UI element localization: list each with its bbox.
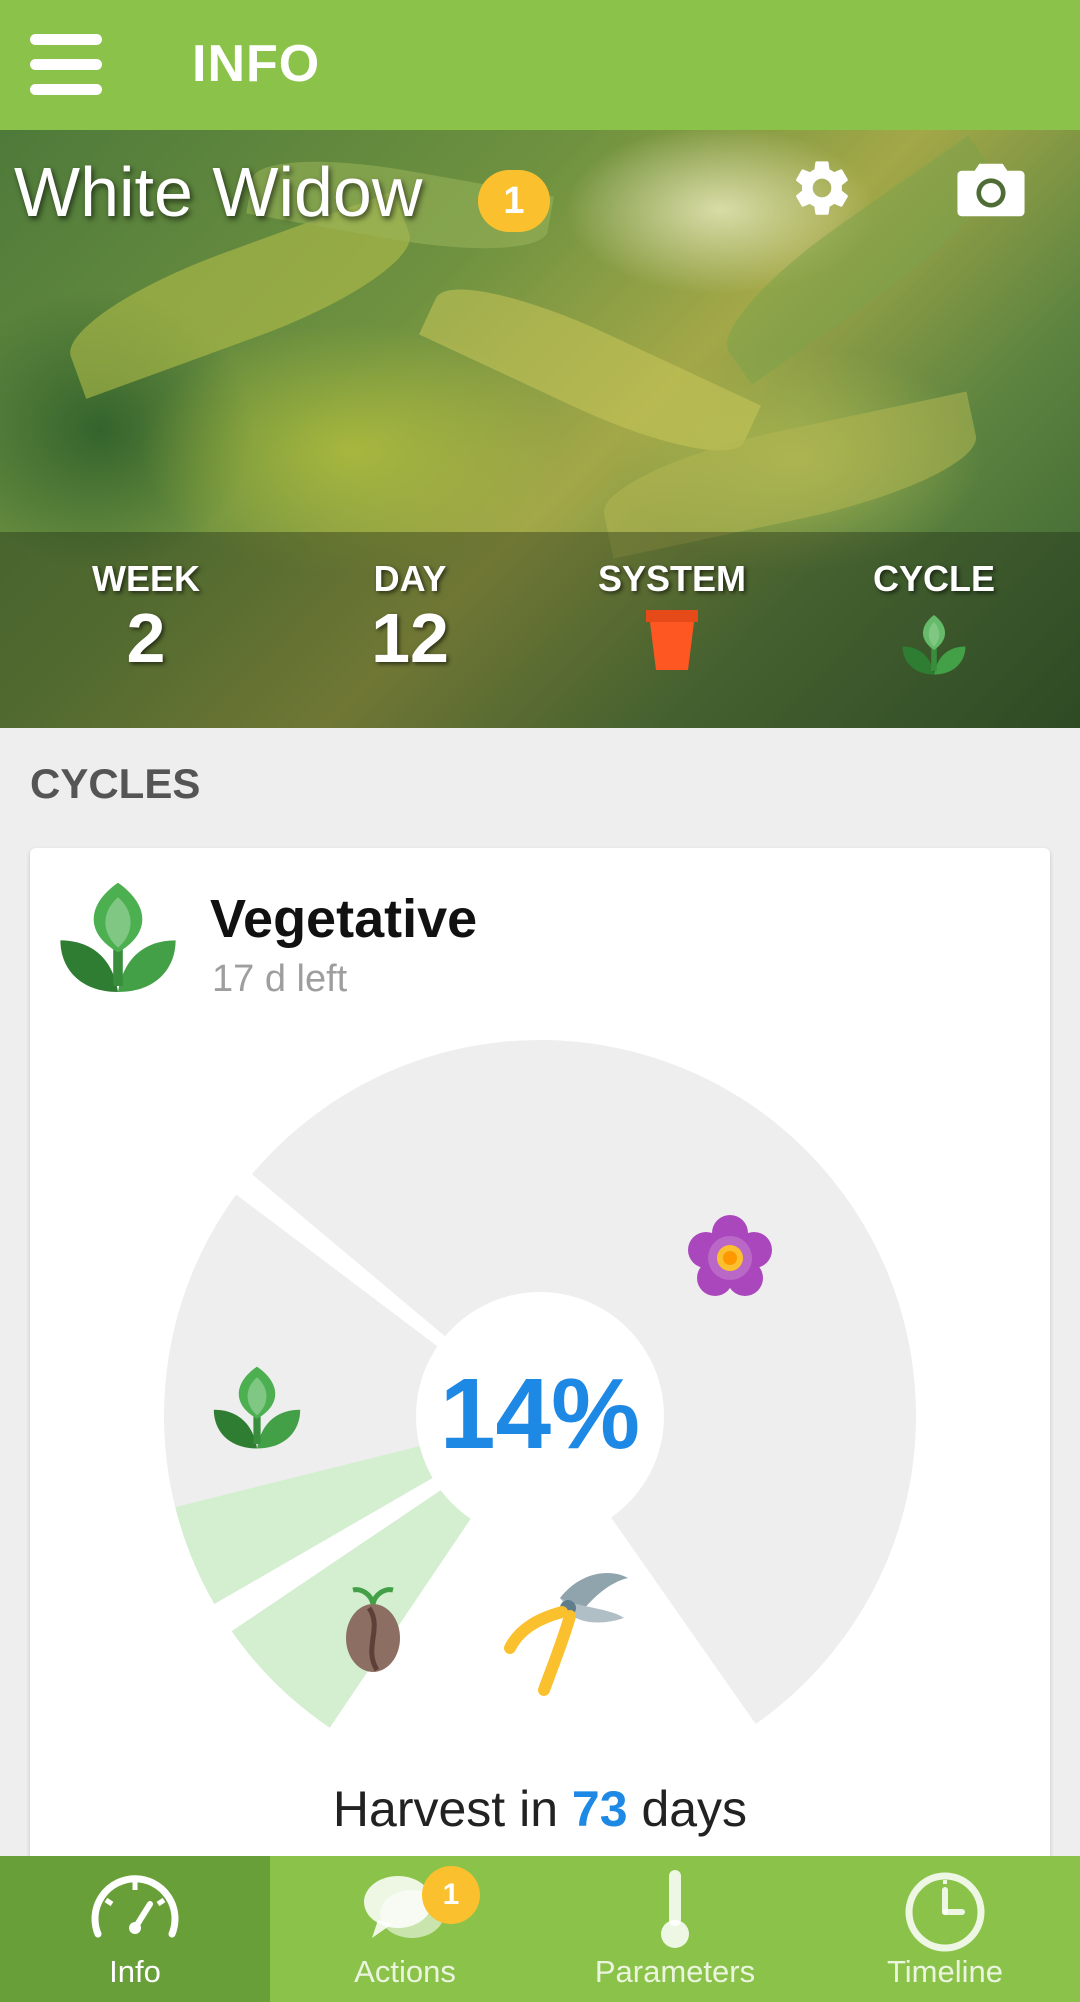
plant-stats-bar: WEEK 2 DAY 12 SYSTEM CYCLE xyxy=(0,532,1080,728)
nav-tab-timeline[interactable]: Timeline xyxy=(810,1856,1080,2002)
cycle-progress-wheel: 14% xyxy=(164,1039,917,1728)
nav-label: Timeline xyxy=(887,1954,1003,1989)
stat-cycle: CYCLE xyxy=(834,558,1034,678)
stat-value: 2 xyxy=(126,599,166,677)
stat-system: SYSTEM xyxy=(572,558,772,672)
stat-label: CYCLE xyxy=(872,558,995,599)
bottom-navigation: Info 1 Actions Parameters Timeline xyxy=(0,1856,1080,2002)
page-title: INFO xyxy=(192,35,321,93)
stat-label: WEEK xyxy=(92,558,200,599)
hamburger-menu-icon[interactable] xyxy=(30,34,102,96)
stat-label: SYSTEM xyxy=(597,558,747,599)
nav-label: Parameters xyxy=(594,1954,756,1989)
progress-percent: 14% xyxy=(440,1358,640,1470)
cycle-card[interactable]: Vegetative 17 d left 14% Harvest in 73 d… xyxy=(30,848,1050,2002)
gear-icon[interactable] xyxy=(790,156,854,220)
clock-icon xyxy=(905,1872,985,1952)
harvest-prefix: Harvest in xyxy=(332,1781,558,1837)
actions-badge: 1 xyxy=(422,1866,480,1924)
stat-value: 12 xyxy=(371,599,449,677)
speedometer-icon xyxy=(91,1875,179,1938)
plant-name: White Widow xyxy=(14,153,423,231)
app-bar: INFO xyxy=(0,0,1080,130)
pruning-shears-icon xyxy=(504,1572,628,1696)
harvest-days: 73 xyxy=(571,1781,628,1837)
notification-badge: 1 xyxy=(478,170,550,232)
camera-icon[interactable] xyxy=(956,160,1026,220)
flower-pot-icon xyxy=(646,610,698,670)
harvest-suffix: days xyxy=(641,1781,748,1837)
nav-label: Info xyxy=(109,1954,161,1989)
stat-day: DAY 12 xyxy=(310,558,510,676)
nav-tab-info[interactable]: Info xyxy=(0,1856,270,2002)
plant-hero-image: White Widow 1 WEEK 2 DAY 12 SYSTEM CYCLE xyxy=(0,130,1080,728)
stat-week: WEEK 2 xyxy=(46,558,246,676)
harvest-countdown: Harvest in 73 days xyxy=(30,1780,1050,1838)
nav-tab-actions[interactable]: 1 Actions xyxy=(270,1856,540,2002)
thermometer-icon xyxy=(661,1870,689,1948)
section-title-cycles: CYCLES xyxy=(30,760,201,807)
nav-label: Actions xyxy=(354,1954,456,1989)
stat-label: DAY xyxy=(373,558,447,599)
vegetative-plant-icon xyxy=(902,615,966,675)
leaf-decoration xyxy=(419,261,761,479)
nav-tab-parameters[interactable]: Parameters xyxy=(540,1856,810,2002)
